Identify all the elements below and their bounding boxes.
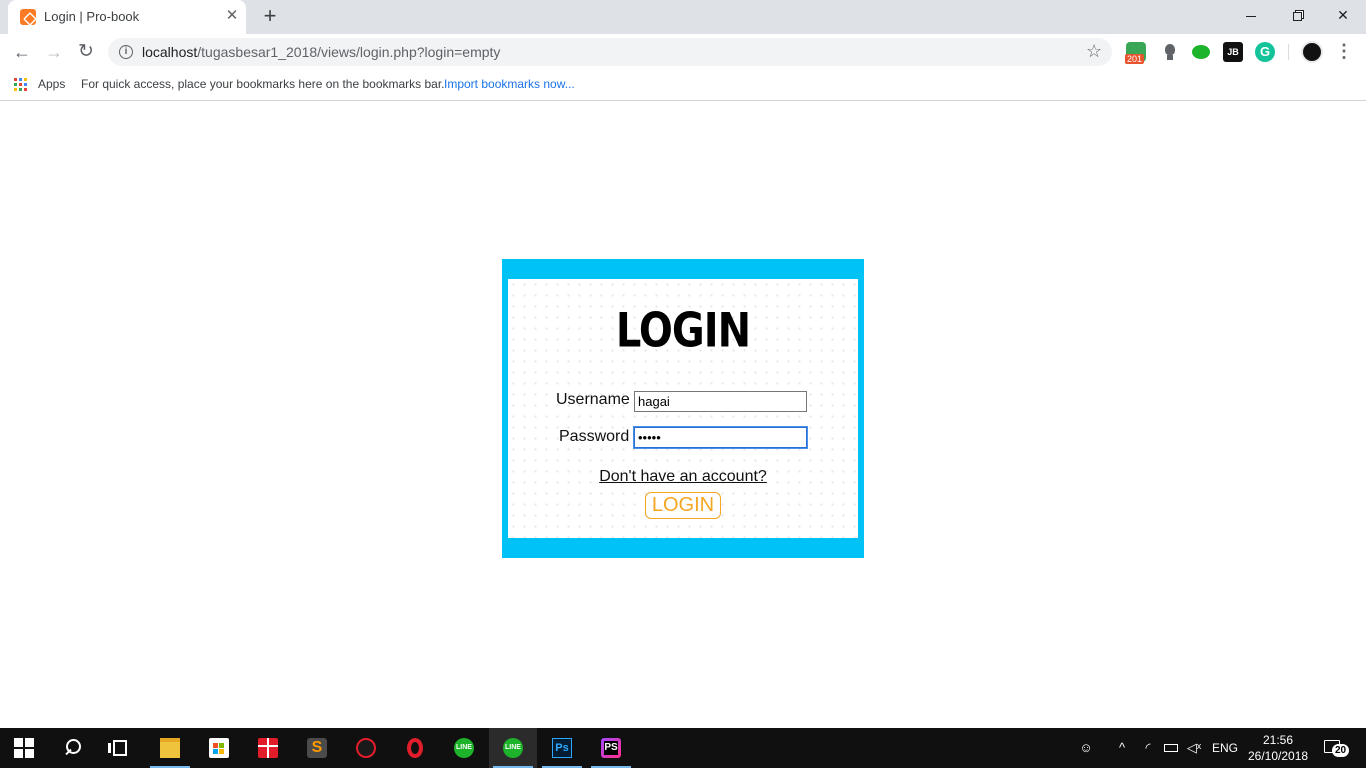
taskbar-line-active[interactable]: LINE (489, 728, 537, 768)
folder-icon (160, 738, 180, 758)
signup-link[interactable]: Don't have an account? (508, 468, 858, 486)
line-share-extension-icon[interactable] (1191, 42, 1211, 62)
forward-button[interactable]: → (40, 38, 68, 66)
minimize-window-button[interactable] (1228, 0, 1274, 30)
close-tab-icon[interactable]: ✕ (224, 8, 240, 24)
taskbar-opera[interactable] (391, 728, 439, 768)
login-frame: LOGIN Username Password Don't have an ac… (502, 259, 864, 558)
password-input[interactable] (634, 427, 807, 448)
apps-shortcut[interactable]: Apps (38, 77, 65, 91)
store-icon (209, 738, 229, 758)
new-tab-button[interactable]: + (258, 5, 282, 29)
username-input[interactable] (634, 391, 807, 412)
login-heading: LOGIN (615, 303, 751, 359)
line-icon: LINE (454, 738, 474, 758)
taskbar-garena[interactable] (342, 728, 390, 768)
taskbar-phpstorm[interactable]: PS (587, 728, 635, 768)
site-info-icon[interactable]: i (119, 45, 133, 59)
bookmarks-hint: For quick access, place your bookmarks h… (81, 77, 445, 91)
opera-icon (407, 738, 423, 758)
clock-date: 26/10/2018 (1248, 749, 1309, 763)
bookmark-star-icon[interactable]: ☆ (1086, 41, 1102, 62)
bookmarks-bar: Apps For quick access, place your bookma… (0, 70, 1366, 101)
taskbar-file-explorer[interactable] (146, 728, 194, 768)
taskbar-microsoft-store[interactable] (195, 728, 243, 768)
import-bookmarks-link[interactable]: Import bookmarks now... (444, 77, 575, 91)
line-icon: LINE (503, 738, 523, 758)
lightbulb-extension-icon[interactable] (1160, 42, 1180, 62)
garena-icon (356, 738, 376, 758)
clock[interactable]: 21:56 26/10/2018 (1248, 732, 1308, 764)
volume-muted-icon[interactable]: ◁ˣ (1186, 740, 1202, 756)
username-label: Username (556, 391, 630, 408)
jetbrains-extension-icon[interactable]: JB (1223, 42, 1243, 62)
gift-icon (258, 738, 278, 758)
photoshop-icon: Ps (552, 738, 572, 758)
reload-button[interactable]: ↻ (72, 38, 100, 66)
grammarly-extension-icon[interactable]: G (1255, 42, 1275, 62)
action-center-button[interactable]: 20 (1322, 738, 1350, 758)
search-button[interactable] (48, 728, 96, 768)
url-path: /tugasbesar1_2018/views/login.php?login=… (197, 44, 501, 60)
input-language[interactable]: ENG (1212, 741, 1238, 755)
taskbar-sublime-text[interactable]: S (293, 728, 341, 768)
restore-window-button[interactable] (1274, 0, 1320, 30)
xampp-favicon-icon (20, 9, 36, 25)
sublime-text-icon: S (307, 738, 327, 758)
toolbar-divider (1288, 44, 1289, 60)
browser-tab-strip: Login | Pro-book ✕ + ✕ (0, 0, 1366, 34)
chrome-menu-icon[interactable]: ⋮ (1334, 40, 1354, 64)
login-button[interactable]: LOGIN (645, 492, 721, 519)
login-panel: LOGIN Username Password Don't have an ac… (508, 279, 858, 538)
browser-toolbar: ← → ↻ i localhost/tugasbesar1_2018/views… (0, 34, 1366, 70)
taskbar-gift-app[interactable] (244, 728, 292, 768)
apps-grid-icon[interactable] (14, 78, 28, 92)
back-button[interactable]: ← (8, 38, 36, 66)
task-view-icon (108, 740, 127, 756)
phpstorm-label: PS (604, 741, 618, 755)
clock-time: 21:56 (1262, 733, 1294, 747)
address-bar[interactable]: i localhost/tugasbesar1_2018/views/login… (108, 38, 1112, 66)
people-icon[interactable]: ☺ (1078, 740, 1094, 756)
profile-avatar[interactable] (1301, 41, 1323, 63)
notification-count: 20 (1332, 744, 1350, 757)
taskbar-line[interactable]: LINE (440, 728, 488, 768)
battery-icon[interactable] (1163, 740, 1179, 756)
browser-tab[interactable]: Login | Pro-book ✕ (8, 0, 246, 34)
close-window-button[interactable]: ✕ (1320, 0, 1366, 30)
wifi-icon[interactable]: ◜ (1140, 740, 1156, 756)
windows-logo-icon (14, 738, 34, 758)
adblock-extension-icon[interactable]: 201 (1125, 42, 1146, 64)
show-hidden-icons-chevron-icon[interactable]: ^ (1114, 740, 1130, 756)
url-host: localhost (142, 44, 198, 60)
taskbar-photoshop[interactable]: Ps (538, 728, 586, 768)
task-view-button[interactable] (96, 728, 144, 768)
phpstorm-icon: PS (601, 738, 621, 758)
extension-badge: 201 (1125, 54, 1145, 64)
password-label: Password (559, 428, 630, 445)
url-text[interactable]: localhost/tugasbesar1_2018/views/login.p… (142, 44, 500, 60)
tab-title: Login | Pro-book (44, 9, 140, 24)
start-button[interactable] (0, 728, 48, 768)
windows-taskbar: S LINE LINE Ps PS ☺ ^ ◜ ◁ˣ ENG 21:56 26/… (0, 728, 1366, 768)
search-icon (62, 738, 82, 758)
